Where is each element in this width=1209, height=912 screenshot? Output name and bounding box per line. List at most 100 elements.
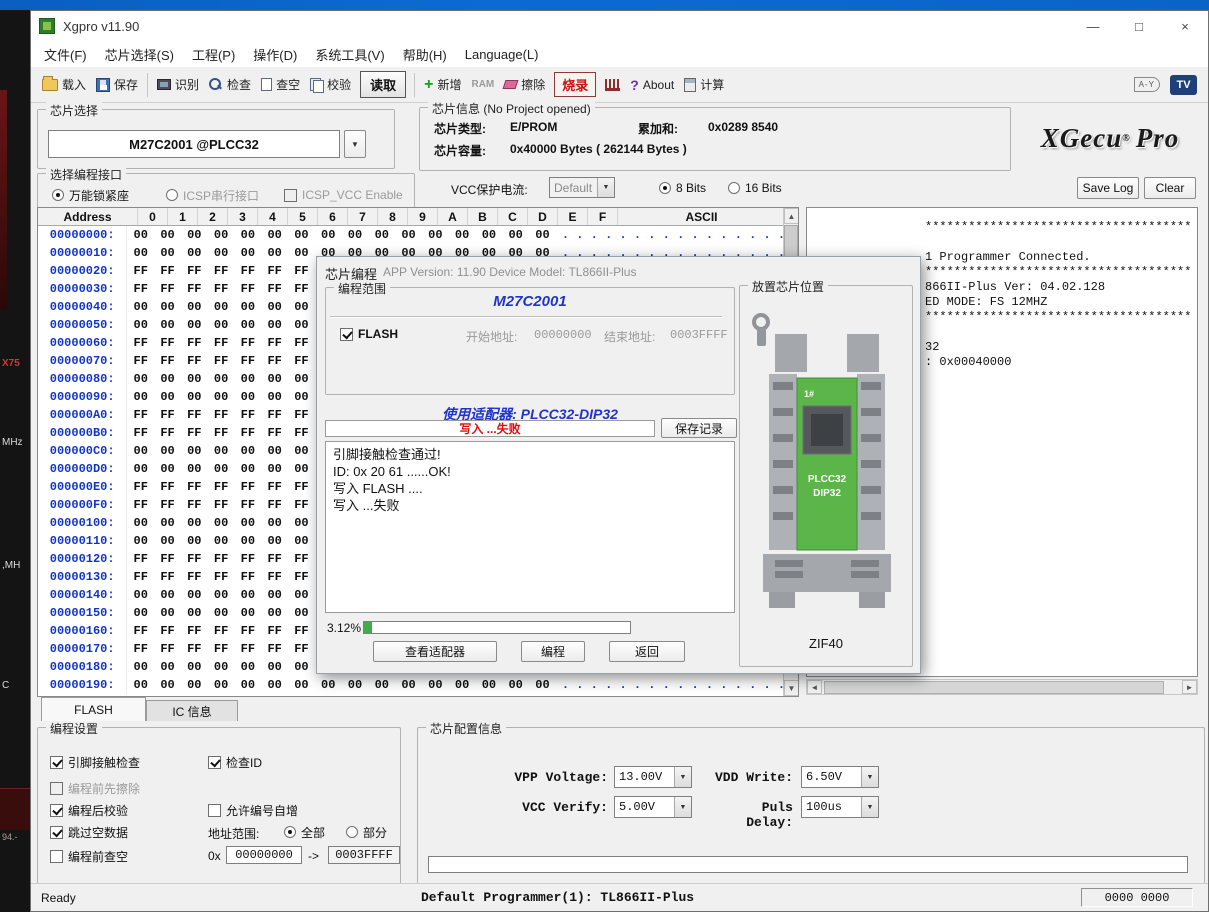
hex-byte-cell[interactable]: FF [181, 424, 208, 442]
skip-blank-checkbox[interactable]: 跳过空数据 [50, 824, 128, 840]
socket-pins-button[interactable] [600, 79, 625, 91]
hex-byte-cell[interactable]: 00 [208, 676, 235, 694]
hex-byte-cell[interactable]: 00 [154, 226, 181, 244]
hex-byte-cell[interactable]: 00 [234, 244, 261, 262]
hex-byte-cell[interactable]: FF [181, 550, 208, 568]
hex-byte-cell[interactable]: 00 [422, 676, 449, 694]
menu-item[interactable]: 操作(D) [244, 45, 306, 64]
hex-byte-cell[interactable]: 00 [261, 658, 288, 676]
identify-button[interactable]: 识别 [152, 76, 204, 93]
hex-byte-cell[interactable]: 00 [261, 460, 288, 478]
chip-select-value[interactable]: M27C2001 @PLCC32 [48, 130, 340, 158]
hex-byte-cell[interactable]: 00 [127, 460, 154, 478]
hex-byte-cell[interactable]: 00 [154, 676, 181, 694]
hex-byte-cell[interactable]: FF [234, 334, 261, 352]
hex-byte-cell[interactable]: 00 [288, 442, 315, 460]
hex-byte-cell[interactable]: 00 [288, 532, 315, 550]
hex-byte-cell[interactable]: FF [154, 334, 181, 352]
hex-byte-cell[interactable]: FF [154, 550, 181, 568]
hex-byte-cell[interactable]: FF [234, 550, 261, 568]
hex-byte-cell[interactable]: 00 [288, 226, 315, 244]
hex-byte-cell[interactable]: 00 [529, 226, 556, 244]
hex-byte-cell[interactable]: 00 [127, 370, 154, 388]
hex-byte-cell[interactable]: FF [208, 424, 235, 442]
hex-byte-cell[interactable]: 00 [288, 514, 315, 532]
hex-byte-cell[interactable]: 00 [154, 298, 181, 316]
hex-byte-cell[interactable]: 00 [261, 586, 288, 604]
hex-byte-cell[interactable]: 00 [127, 658, 154, 676]
hex-byte-cell[interactable]: 00 [476, 226, 503, 244]
hex-byte-cell[interactable]: 00 [342, 226, 369, 244]
hex-byte-cell[interactable]: FF [127, 622, 154, 640]
hex-byte-cell[interactable]: 00 [261, 244, 288, 262]
socket-interface-radio[interactable]: 万能锁紧座 [52, 187, 129, 203]
vcc-protect-combo[interactable]: Default ▼ [549, 177, 615, 198]
hex-byte-cell[interactable]: 00 [127, 532, 154, 550]
hex-byte-cell[interactable]: FF [154, 424, 181, 442]
hex-byte-cell[interactable]: FF [261, 424, 288, 442]
erase-button[interactable]: 擦除 [499, 76, 550, 93]
hex-byte-cell[interactable]: 00 [234, 658, 261, 676]
icsp-interface-radio[interactable]: ICSP串行接口 [166, 187, 259, 203]
hex-byte-cell[interactable]: FF [234, 352, 261, 370]
hex-byte-cell[interactable]: FF [288, 262, 315, 280]
hex-byte-cell[interactable]: 00 [261, 604, 288, 622]
vdd-write-combo[interactable]: 6.50V ▼ [801, 766, 879, 788]
hex-byte-cell[interactable]: FF [181, 280, 208, 298]
hex-byte-cell[interactable]: 00 [154, 532, 181, 550]
hex-byte-cell[interactable]: FF [181, 640, 208, 658]
hex-byte-cell[interactable]: FF [127, 280, 154, 298]
hex-byte-cell[interactable]: 00 [234, 388, 261, 406]
hex-byte-cell[interactable]: 00 [208, 586, 235, 604]
save-record-button[interactable]: 保存记录 [661, 418, 737, 438]
hex-byte-cell[interactable]: 00 [154, 370, 181, 388]
close-button[interactable]: × [1162, 11, 1208, 41]
hex-byte-cell[interactable]: FF [288, 622, 315, 640]
hex-byte-cell[interactable]: FF [208, 262, 235, 280]
hex-byte-cell[interactable]: 00 [181, 532, 208, 550]
hex-byte-cell[interactable]: 00 [127, 244, 154, 262]
hex-byte-cell[interactable]: FF [181, 478, 208, 496]
vpp-voltage-combo[interactable]: 13.00V ▼ [614, 766, 692, 788]
hex-byte-cell[interactable]: FF [288, 496, 315, 514]
hex-byte-cell[interactable]: FF [261, 640, 288, 658]
hex-byte-cell[interactable]: 00 [288, 244, 315, 262]
hex-byte-cell[interactable]: FF [154, 280, 181, 298]
hex-byte-cell[interactable]: 00 [449, 676, 476, 694]
hex-byte-cell[interactable]: 00 [208, 388, 235, 406]
blank-before-checkbox[interactable]: 编程前查空 [50, 848, 128, 864]
hex-byte-cell[interactable]: 00 [154, 604, 181, 622]
hex-byte-cell[interactable]: 00 [181, 226, 208, 244]
scroll-left-arrow[interactable]: ◄ [807, 680, 822, 694]
hex-byte-cell[interactable]: FF [208, 280, 235, 298]
hex-byte-cell[interactable]: FF [181, 406, 208, 424]
hex-byte-cell[interactable]: 00 [288, 388, 315, 406]
hex-byte-cell[interactable]: FF [154, 568, 181, 586]
hex-byte-cell[interactable]: 00 [154, 586, 181, 604]
hex-byte-cell[interactable]: 00 [449, 226, 476, 244]
hex-byte-cell[interactable]: FF [234, 640, 261, 658]
hex-byte-cell[interactable]: 00 [154, 514, 181, 532]
menu-item[interactable]: 帮助(H) [394, 45, 456, 64]
hex-byte-cell[interactable]: 00 [422, 226, 449, 244]
hex-byte-cell[interactable]: 00 [288, 298, 315, 316]
hex-byte-cell[interactable]: FF [208, 352, 235, 370]
hex-byte-cell[interactable]: FF [181, 334, 208, 352]
hex-byte-cell[interactable]: 00 [368, 226, 395, 244]
scrollbar-thumb[interactable] [824, 681, 1164, 694]
hex-byte-cell[interactable]: 00 [234, 514, 261, 532]
range-start-input[interactable]: 00000000 [226, 846, 302, 864]
tv-button[interactable]: TV [1165, 75, 1202, 95]
hex-byte-cell[interactable]: FF [127, 568, 154, 586]
hex-byte-cell[interactable]: FF [127, 550, 154, 568]
hex-byte-cell[interactable]: 00 [502, 226, 529, 244]
hex-byte-cell[interactable]: 00 [181, 460, 208, 478]
icsp-vcc-checkbox[interactable]: ICSP_VCC Enable [284, 187, 403, 203]
hex-byte-cell[interactable]: FF [288, 334, 315, 352]
hex-byte-cell[interactable]: FF [181, 568, 208, 586]
scroll-down-arrow[interactable]: ▼ [784, 680, 799, 696]
hex-byte-cell[interactable]: 00 [288, 316, 315, 334]
hex-byte-cell[interactable]: 00 [395, 226, 422, 244]
hex-byte-cell[interactable]: FF [288, 478, 315, 496]
hex-byte-cell[interactable]: 00 [234, 676, 261, 694]
